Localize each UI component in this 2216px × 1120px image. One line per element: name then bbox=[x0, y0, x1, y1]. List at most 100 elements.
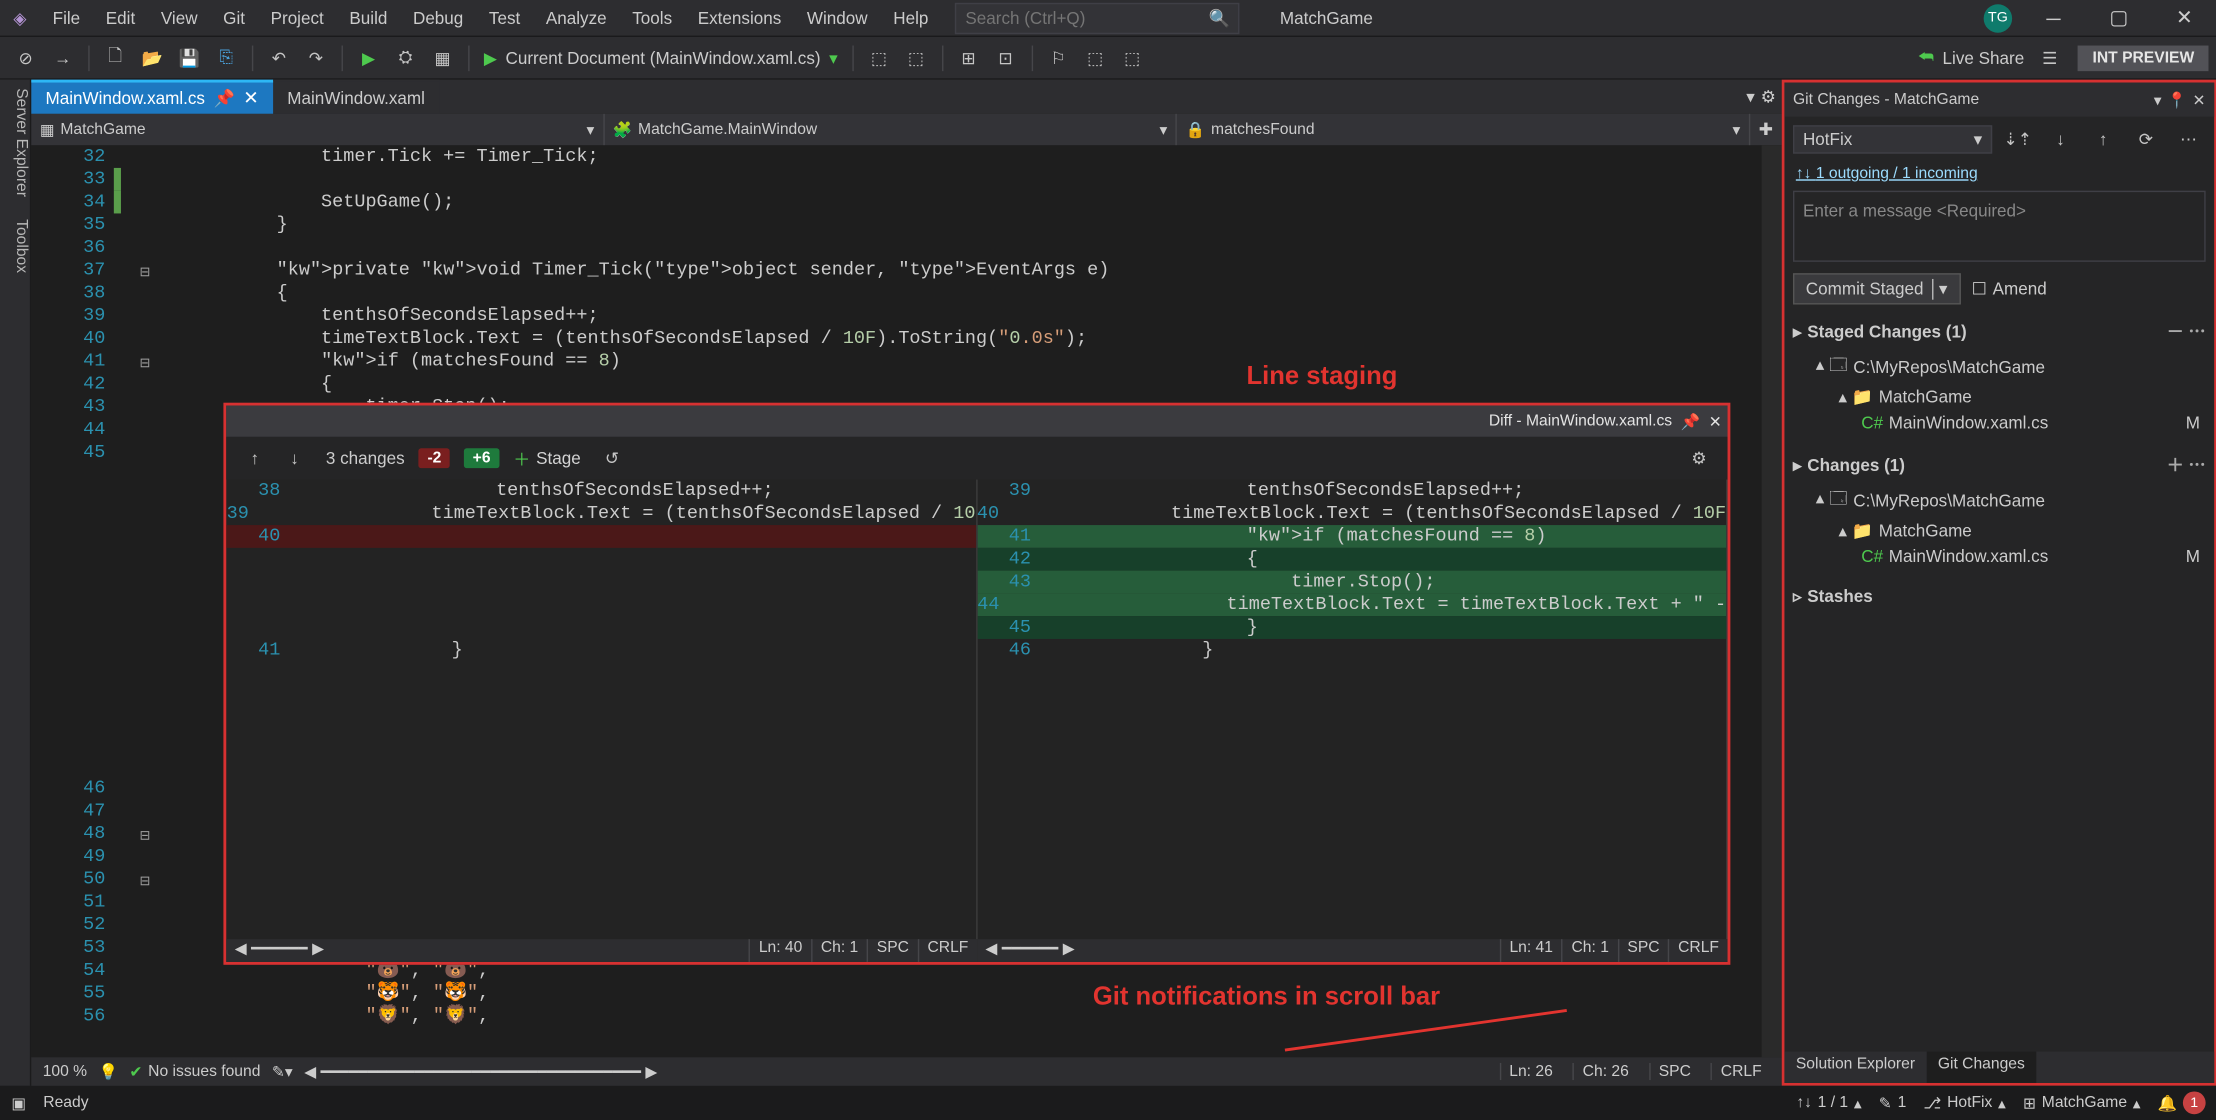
menu-debug[interactable]: Debug bbox=[400, 8, 476, 28]
pin-icon[interactable]: 📌 bbox=[1681, 412, 1700, 430]
tree-file[interactable]: C# MainWindow.xaml.csM bbox=[1793, 410, 2206, 436]
tool-e-icon[interactable]: ⬚ bbox=[1078, 41, 1112, 75]
undo-icon[interactable]: ↶ bbox=[262, 41, 296, 75]
toolbox-tab[interactable]: Toolbox bbox=[0, 220, 30, 274]
redo-icon[interactable]: ↷ bbox=[299, 41, 333, 75]
menu-help[interactable]: Help bbox=[880, 8, 941, 28]
tool-a-icon[interactable]: ⬚ bbox=[862, 41, 896, 75]
menu-edit[interactable]: Edit bbox=[93, 8, 148, 28]
doc-tab-active[interactable]: MainWindow.xaml.cs 📌 ✕ bbox=[31, 80, 273, 114]
tree-project[interactable]: ▴ 📁 MatchGame bbox=[1793, 518, 2206, 544]
target-button[interactable]: ▦ bbox=[425, 41, 459, 75]
tree-repo[interactable]: ▴ 🗔 C:\MyRepos\MatchGame bbox=[1793, 482, 2206, 518]
search-input[interactable] bbox=[965, 8, 1208, 28]
stashes-header[interactable]: ▹ Stashes bbox=[1793, 586, 2206, 606]
server-explorer-tab[interactable]: Server Explorer bbox=[0, 88, 30, 197]
menu-git[interactable]: Git bbox=[210, 8, 257, 28]
more-icon[interactable]: ⋯ bbox=[2171, 122, 2205, 156]
tool-d-icon[interactable]: ⊡ bbox=[989, 41, 1023, 75]
doc-tab[interactable]: MainWindow.xaml bbox=[273, 80, 439, 114]
panel-menu-icon[interactable]: ▾ bbox=[2154, 90, 2162, 108]
fetch-icon[interactable]: ⇣⇡ bbox=[2001, 122, 2035, 156]
pull-icon[interactable]: ↓ bbox=[2043, 122, 2077, 156]
changes-header[interactable]: ▸ Changes (1)＋ ⋯ bbox=[1793, 453, 2206, 477]
tool-b-icon[interactable]: ⬚ bbox=[899, 41, 933, 75]
commit-message-input[interactable]: Enter a message <Required> bbox=[1793, 191, 2206, 262]
maximize-button[interactable]: ▢ bbox=[2086, 6, 2151, 30]
menu-view[interactable]: View bbox=[148, 8, 210, 28]
config-button[interactable]: ⛭ bbox=[388, 41, 422, 75]
outgoing-incoming-link[interactable]: ↑↓ 1 outgoing / 1 incoming bbox=[1784, 162, 2214, 185]
bookmark-icon[interactable]: ⚐ bbox=[1041, 41, 1075, 75]
tree-project[interactable]: ▴ 📁 MatchGame bbox=[1793, 384, 2206, 410]
diff-right-pane[interactable]: 39 tenthsOfSecondsElapsed++;40 timeTextB… bbox=[977, 480, 1728, 940]
lightbulb-icon[interactable]: 💡 bbox=[98, 1062, 117, 1080]
user-avatar[interactable]: TG bbox=[1984, 4, 2012, 32]
new-icon[interactable]: 🗋 bbox=[98, 41, 132, 75]
brush-icon[interactable]: ✎▾ bbox=[272, 1062, 293, 1080]
revert-icon[interactable]: ↺ bbox=[595, 441, 629, 475]
next-change-icon[interactable]: ↓ bbox=[277, 441, 311, 475]
menu-file[interactable]: File bbox=[40, 8, 93, 28]
diff-settings-icon[interactable]: ⚙ bbox=[1682, 441, 1716, 475]
tree-repo[interactable]: ▴ 🗔 C:\MyRepos\MatchGame bbox=[1793, 349, 2206, 385]
commit-staged-button[interactable]: Commit Staged │▾ bbox=[1793, 273, 1960, 304]
issues-indicator[interactable]: ✔No issues found bbox=[129, 1062, 260, 1080]
sync-status[interactable]: ↑↓ 1 / 1 ▴ bbox=[1796, 1094, 1861, 1112]
close-panel-icon[interactable]: ✕ bbox=[2193, 90, 2206, 108]
tree-file[interactable]: C# MainWindow.xaml.csM bbox=[1793, 544, 2206, 570]
feedback-icon[interactable]: ☰ bbox=[2033, 41, 2067, 75]
pin-icon[interactable]: 📌 bbox=[213, 88, 234, 108]
nav-project[interactable]: ▦ MatchGame▾ bbox=[31, 114, 604, 145]
close-button[interactable]: ✕ bbox=[2152, 6, 2216, 30]
back-icon[interactable]: ⊘ bbox=[9, 41, 43, 75]
prev-change-icon[interactable]: ↑ bbox=[238, 441, 272, 475]
tab-settings-icon[interactable]: ⚙ bbox=[1761, 87, 1776, 107]
branch-status[interactable]: ⎇ HotFix ▴ bbox=[1923, 1094, 2006, 1112]
repo-status[interactable]: ⊞ MatchGame ▴ bbox=[2023, 1094, 2141, 1112]
close-tab-icon[interactable]: ✕ bbox=[243, 87, 259, 110]
branch-selector[interactable]: HotFix▾ bbox=[1793, 125, 1992, 153]
solution-explorer-tab[interactable]: Solution Explorer bbox=[1784, 1052, 1926, 1083]
menu-build[interactable]: Build bbox=[337, 8, 401, 28]
unstage-icon[interactable]: － ⋯ bbox=[2167, 319, 2206, 343]
staged-changes-header[interactable]: ▸ Staged Changes (1)－ ⋯ bbox=[1793, 319, 2206, 343]
stage-icon[interactable]: ＋ ⋯ bbox=[2167, 453, 2206, 477]
push-icon[interactable]: ↑ bbox=[2086, 122, 2120, 156]
pending-edits[interactable]: ✎ 1 bbox=[1879, 1094, 1907, 1112]
zoom-level[interactable]: 100 % bbox=[43, 1063, 87, 1080]
open-icon[interactable]: 📂 bbox=[135, 41, 169, 75]
tab-overflow-icon[interactable]: ▾ bbox=[1746, 87, 1755, 107]
overview-scrollbar[interactable] bbox=[1762, 145, 1782, 1057]
forward-icon[interactable]: → bbox=[46, 41, 80, 75]
run-button[interactable]: ▶ Current Document (MainWindow.xaml.cs) … bbox=[478, 48, 843, 68]
amend-checkbox[interactable]: ☐ Amend bbox=[1972, 279, 2047, 299]
close-diff-icon[interactable]: ✕ bbox=[1709, 412, 1722, 430]
pin-icon[interactable]: 📍 bbox=[2167, 90, 2186, 108]
save-all-icon[interactable]: ⎘ bbox=[209, 41, 243, 75]
notifications-button[interactable]: 🔔1 bbox=[2158, 1091, 2206, 1114]
indent-mode[interactable]: SPC bbox=[1649, 1063, 1700, 1080]
git-changes-tab[interactable]: Git Changes bbox=[1926, 1052, 2036, 1083]
eol-mode[interactable]: CRLF bbox=[1711, 1063, 1770, 1080]
save-icon[interactable]: 💾 bbox=[172, 41, 206, 75]
menu-window[interactable]: Window bbox=[794, 8, 880, 28]
menu-test[interactable]: Test bbox=[476, 8, 533, 28]
nav-member[interactable]: 🔒 matchesFound▾ bbox=[1177, 114, 1750, 145]
live-share-button[interactable]: ⮪ Live Share bbox=[1912, 47, 2029, 68]
split-icon[interactable]: ✚ bbox=[1750, 114, 1781, 145]
menu-extensions[interactable]: Extensions bbox=[685, 8, 794, 28]
nav-class[interactable]: 🧩 MatchGame.MainWindow▾ bbox=[604, 114, 1177, 145]
start-icon[interactable]: ▶ bbox=[351, 41, 385, 75]
minimize-button[interactable]: ─ bbox=[2021, 6, 2086, 29]
menu-analyze[interactable]: Analyze bbox=[533, 8, 619, 28]
output-icon[interactable]: ▣ bbox=[11, 1094, 26, 1112]
diff-left-pane[interactable]: 38 tenthsOfSecondsElapsed++;39 timeTextB… bbox=[226, 480, 977, 940]
search-box[interactable]: 🔍 bbox=[955, 2, 1240, 33]
tool-f-icon[interactable]: ⬚ bbox=[1115, 41, 1149, 75]
menu-project[interactable]: Project bbox=[258, 8, 337, 28]
stage-button[interactable]: ＋Stage bbox=[513, 446, 580, 470]
menu-tools[interactable]: Tools bbox=[619, 8, 684, 28]
sync-icon[interactable]: ⟳ bbox=[2129, 122, 2163, 156]
tool-c-icon[interactable]: ⊞ bbox=[952, 41, 986, 75]
